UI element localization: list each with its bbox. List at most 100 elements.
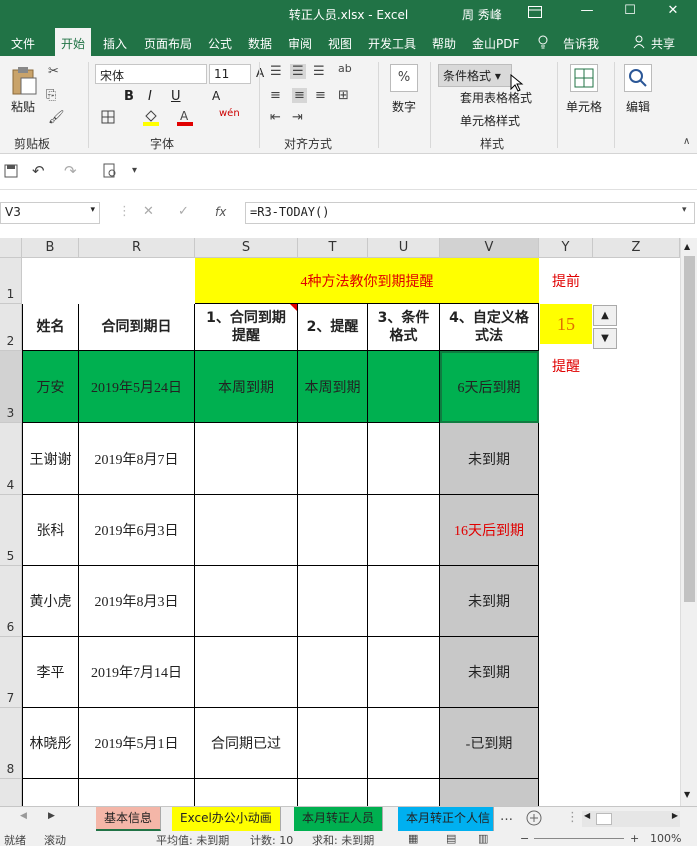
tab-page-layout[interactable]: 页面布局 (144, 35, 192, 52)
row-header[interactable]: 6 (0, 566, 22, 637)
vertical-scrollbar[interactable]: ▲ ▼ (680, 238, 697, 806)
print-preview-icon[interactable] (102, 163, 118, 183)
column-header[interactable]: S (195, 238, 298, 258)
cell-method-2[interactable] (298, 566, 368, 637)
tab-developer[interactable]: 开发工具 (368, 35, 416, 52)
more-sheets-icon[interactable]: … (500, 809, 513, 824)
user-name[interactable]: 周 秀峰 (462, 6, 502, 23)
phonetic-guide-button[interactable]: wén (219, 108, 240, 119)
minimize-button[interactable]: — (570, 0, 604, 24)
cell-method-2[interactable] (298, 708, 368, 779)
sheet-tab-excel-animation[interactable]: Excel办公小动画 (172, 807, 281, 831)
scroll-up-icon[interactable]: ▲ (684, 242, 690, 251)
align-middle-icon[interactable]: ☰ (290, 64, 306, 79)
cell-method-1[interactable] (195, 566, 298, 637)
ribbon-display-icon[interactable] (518, 0, 552, 24)
cell-styles-button[interactable]: 单元格样式 (460, 112, 520, 129)
spinner-value-cell[interactable]: 15 (540, 304, 592, 344)
row-header[interactable]: 2 (0, 304, 22, 351)
column-header[interactable]: R (79, 238, 195, 258)
spin-up-button[interactable]: ▲ (593, 305, 617, 326)
zoom-level[interactable]: 100% (650, 832, 681, 845)
cell-method-4-selected[interactable]: 6天后到期 (440, 351, 539, 423)
undo-icon[interactable]: ↶ (32, 162, 45, 180)
cell-name[interactable]: 李平 (22, 637, 79, 708)
underline-button[interactable]: U (171, 89, 181, 104)
header-method-1[interactable]: 1、合同到期提醒 (195, 304, 298, 351)
bold-button[interactable]: B (124, 89, 134, 104)
scroll-right-icon[interactable]: ▶ (672, 811, 678, 820)
header-method-3[interactable]: 3、条件格式 (368, 304, 440, 351)
cell-method-1[interactable]: 本周到期 (195, 351, 298, 423)
align-bottom-icon[interactable]: ☰ (313, 64, 325, 79)
paste-icon[interactable] (10, 66, 38, 100)
cell-date[interactable]: 2019年8月3日 (79, 566, 195, 637)
tab-kingsoft-pdf[interactable]: 金山PDF (472, 35, 519, 52)
cell-method-3[interactable] (368, 566, 440, 637)
prev-sheet-icon[interactable]: ◀ (20, 811, 27, 821)
zoom-slider[interactable] (534, 838, 624, 839)
cell-method-4[interactable]: 未到期 (440, 637, 539, 708)
orientation-icon[interactable]: ab (338, 62, 352, 75)
align-center-icon[interactable]: ≡ (292, 88, 307, 103)
collapse-ribbon-icon[interactable]: ∧ (683, 136, 690, 147)
cell-method-3[interactable] (368, 708, 440, 779)
row-header[interactable]: 8 (0, 708, 22, 779)
number-format-button[interactable]: 数字 (392, 98, 416, 115)
zoom-out-icon[interactable]: − (520, 832, 529, 845)
format-as-table-button[interactable]: 套用表格格式 (460, 89, 532, 106)
sheet-tab-monthly-staff[interactable]: 本月转正人员 (294, 807, 384, 831)
increase-indent-icon[interactable]: ⇥ (292, 110, 303, 125)
formula-input[interactable]: =R3-TODAY() (245, 202, 695, 224)
sheet-tab-basic-info[interactable]: 基本信息 (96, 807, 162, 831)
italic-button[interactable]: I (148, 89, 152, 104)
tab-view[interactable]: 视图 (328, 35, 352, 52)
copy-icon[interactable]: ⎘ (46, 88, 56, 103)
column-header[interactable]: B (22, 238, 79, 258)
cut-icon[interactable]: ✂ (48, 64, 59, 79)
comment-indicator[interactable] (290, 304, 297, 311)
close-button[interactable]: ✕ (656, 0, 690, 24)
align-left-icon[interactable]: ≡ (270, 88, 281, 103)
cell-empty[interactable] (368, 779, 440, 806)
page-break-view-icon[interactable]: ▥ (478, 832, 488, 845)
share-button[interactable]: 共享 (651, 35, 675, 52)
select-all-corner[interactable] (0, 238, 22, 258)
cell-method-3[interactable] (368, 495, 440, 566)
align-right-icon[interactable]: ≡ (315, 88, 326, 103)
cell-empty[interactable] (440, 779, 539, 806)
header-method-4[interactable]: 4、自定义格式法 (440, 304, 539, 351)
sheet-tab-monthly-personal[interactable]: 本月转正个人信 (398, 807, 494, 831)
cell-date[interactable]: 2019年8月7日 (79, 423, 195, 495)
split-handle-icon[interactable]: ⋮ (566, 810, 579, 825)
cell-method-3[interactable] (368, 423, 440, 495)
cell-method-1[interactable] (195, 495, 298, 566)
h-scroll-thumb[interactable] (596, 813, 612, 825)
cell-name[interactable]: 黄小虎 (22, 566, 79, 637)
cell-date[interactable]: 2019年6月3日 (79, 495, 195, 566)
paste-button[interactable]: 粘贴 (11, 98, 35, 115)
row-header[interactable] (0, 779, 22, 806)
tab-home[interactable]: 开始 (55, 28, 92, 56)
cell-name[interactable]: 王谢谢 (22, 423, 79, 495)
add-sheet-icon[interactable] (526, 810, 542, 830)
decrease-indent-icon[interactable]: ⇤ (270, 110, 281, 125)
header-due-date[interactable]: 合同到期日 (79, 304, 195, 351)
align-top-icon[interactable]: ☰ (270, 64, 282, 79)
cell-name[interactable]: 万安 (22, 351, 79, 423)
cells-icon[interactable] (570, 64, 598, 92)
cell-method-2[interactable] (298, 637, 368, 708)
next-sheet-icon[interactable]: ▶ (48, 811, 55, 821)
cell-method-2[interactable] (298, 423, 368, 495)
header-method-2[interactable]: 2、提醒 (298, 304, 368, 351)
scroll-left-icon[interactable]: ◀ (584, 811, 590, 820)
row-header[interactable]: 3 (0, 351, 22, 423)
conditional-formatting-button[interactable]: 条件格式 ▾ (438, 64, 512, 87)
horizontal-scrollbar[interactable]: ◀ ▶ (582, 811, 680, 827)
confirm-entry-icon[interactable]: ✓ (178, 204, 189, 219)
cell-date[interactable]: 2019年5月24日 (79, 351, 195, 423)
zoom-in-icon[interactable]: + (630, 832, 639, 845)
cell-method-4[interactable]: 16天后到期 (440, 495, 539, 566)
tab-data[interactable]: 数据 (248, 35, 272, 52)
drag-handle-icon[interactable]: ⋮ (118, 204, 131, 219)
